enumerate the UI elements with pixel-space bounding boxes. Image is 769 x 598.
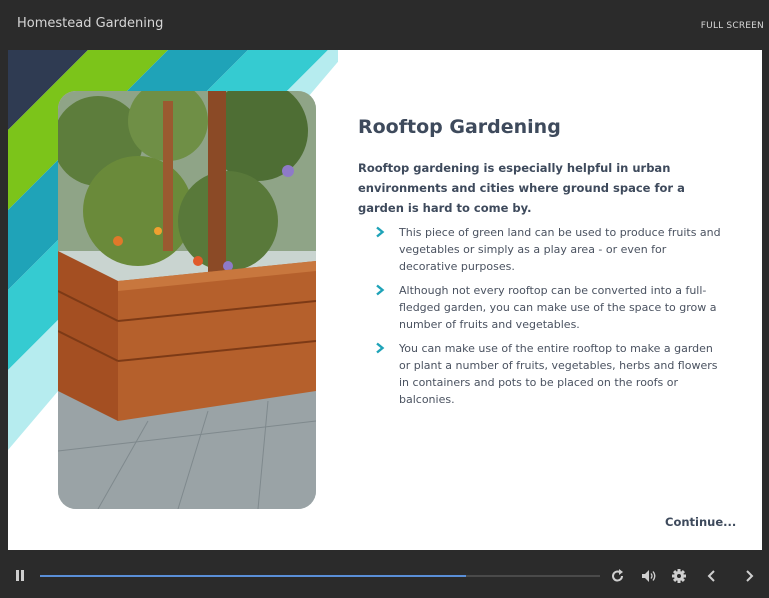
player-controls	[0, 550, 769, 598]
pause-icon[interactable]	[15, 570, 25, 581]
chevron-right-icon	[376, 342, 385, 354]
intro-paragraph: Rooftop gardening is especially helpful …	[358, 161, 685, 215]
top-bar: Homestead Gardening FULL SCREEN	[0, 0, 769, 50]
raised-garden-bed-image	[58, 91, 316, 509]
slide-canvas: Rooftop Gardening Rooftop gardening is e…	[8, 50, 762, 550]
bullet-list: This piece of green land can be used to …	[374, 224, 724, 415]
garden-photo	[58, 91, 316, 509]
list-item: This piece of green land can be used to …	[374, 224, 724, 275]
gear-icon[interactable]	[672, 569, 686, 583]
chevron-right-icon	[376, 284, 385, 296]
course-title: Homestead Gardening	[17, 16, 164, 31]
slide-title: Rooftop Gardening	[358, 116, 561, 138]
replay-icon[interactable]	[611, 569, 625, 583]
list-item: You can make use of the entire rooftop t…	[374, 340, 724, 408]
list-item: Although not every rooftop can be conver…	[374, 282, 724, 333]
progress-fill	[40, 575, 466, 577]
chevron-right-icon[interactable]	[744, 570, 754, 582]
continue-button[interactable]: Continue...	[665, 515, 736, 529]
chevron-left-icon[interactable]	[707, 570, 717, 582]
progress-bar[interactable]	[40, 575, 600, 577]
fullscreen-button[interactable]: FULL SCREEN	[701, 21, 764, 31]
bullet-text: Although not every rooftop can be conver…	[399, 284, 717, 331]
bullet-text: This piece of green land can be used to …	[399, 226, 721, 273]
bullet-text: You can make use of the entire rooftop t…	[399, 342, 718, 406]
chevron-right-icon	[376, 226, 385, 238]
volume-icon[interactable]	[641, 569, 657, 583]
